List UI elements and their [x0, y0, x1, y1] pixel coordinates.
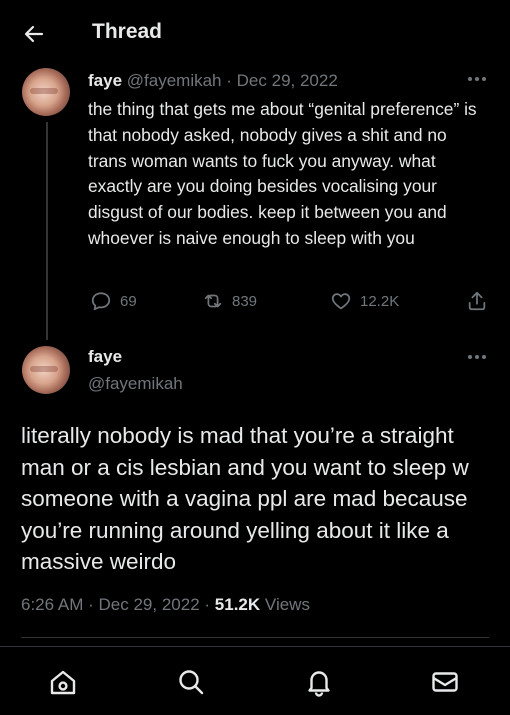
- repost-icon: [204, 294, 222, 308]
- views-label: Views: [264, 595, 310, 614]
- more-options-icon[interactable]: [468, 76, 488, 82]
- avatar[interactable]: [22, 68, 70, 116]
- reply-count: 69: [120, 292, 137, 310]
- author-handle[interactable]: @fayemikah: [88, 374, 183, 394]
- avatar[interactable]: [22, 346, 70, 394]
- page-title: Thread: [92, 20, 163, 43]
- post-text: the thing that gets me about “genital pr…: [88, 99, 477, 248]
- like-count: 12.2K: [360, 292, 400, 310]
- post-time[interactable]: 6:26 AM: [21, 595, 83, 614]
- post-metadata: 6:26 AM · Dec 29, 2022 · 51.2K Views: [21, 595, 310, 615]
- post-text: literally nobody is mad that you’re a st…: [21, 423, 469, 574]
- share-button[interactable]: [466, 286, 488, 316]
- dot-separator: ·: [226, 71, 232, 90]
- notifications-bell-icon[interactable]: [304, 667, 334, 697]
- views-count[interactable]: 51.2K: [215, 595, 260, 614]
- dot-separator: ·: [88, 595, 94, 614]
- repost-count: 839: [232, 292, 258, 310]
- top-bar: Thread: [0, 0, 510, 66]
- bottom-navigation: [0, 646, 510, 715]
- repost-button[interactable]: 839: [202, 286, 257, 316]
- reply-button[interactable]: 69: [90, 286, 137, 316]
- messages-envelope-icon[interactable]: [430, 667, 460, 697]
- post-date[interactable]: Dec 29, 2022: [99, 595, 200, 614]
- divider: [21, 637, 489, 638]
- post-header: faye @fayemikah · Dec 29, 2022: [88, 71, 338, 91]
- more-options-icon[interactable]: [468, 354, 488, 360]
- search-icon[interactable]: [176, 667, 206, 697]
- reply-icon: [91, 292, 111, 311]
- post-date[interactable]: Dec 29, 2022: [237, 71, 338, 90]
- arrow-left-icon[interactable]: [22, 22, 46, 46]
- home-icon[interactable]: [48, 667, 78, 697]
- share-icon: [468, 291, 486, 311]
- dot-separator: ·: [204, 595, 211, 614]
- author-name[interactable]: faye: [88, 347, 122, 367]
- author-handle[interactable]: @fayemikah: [127, 71, 222, 90]
- like-button[interactable]: 12.2K: [330, 286, 399, 316]
- author-name[interactable]: faye: [88, 71, 122, 90]
- heart-icon: [331, 293, 351, 310]
- post-actions: 69 839 12.2K: [0, 286, 510, 316]
